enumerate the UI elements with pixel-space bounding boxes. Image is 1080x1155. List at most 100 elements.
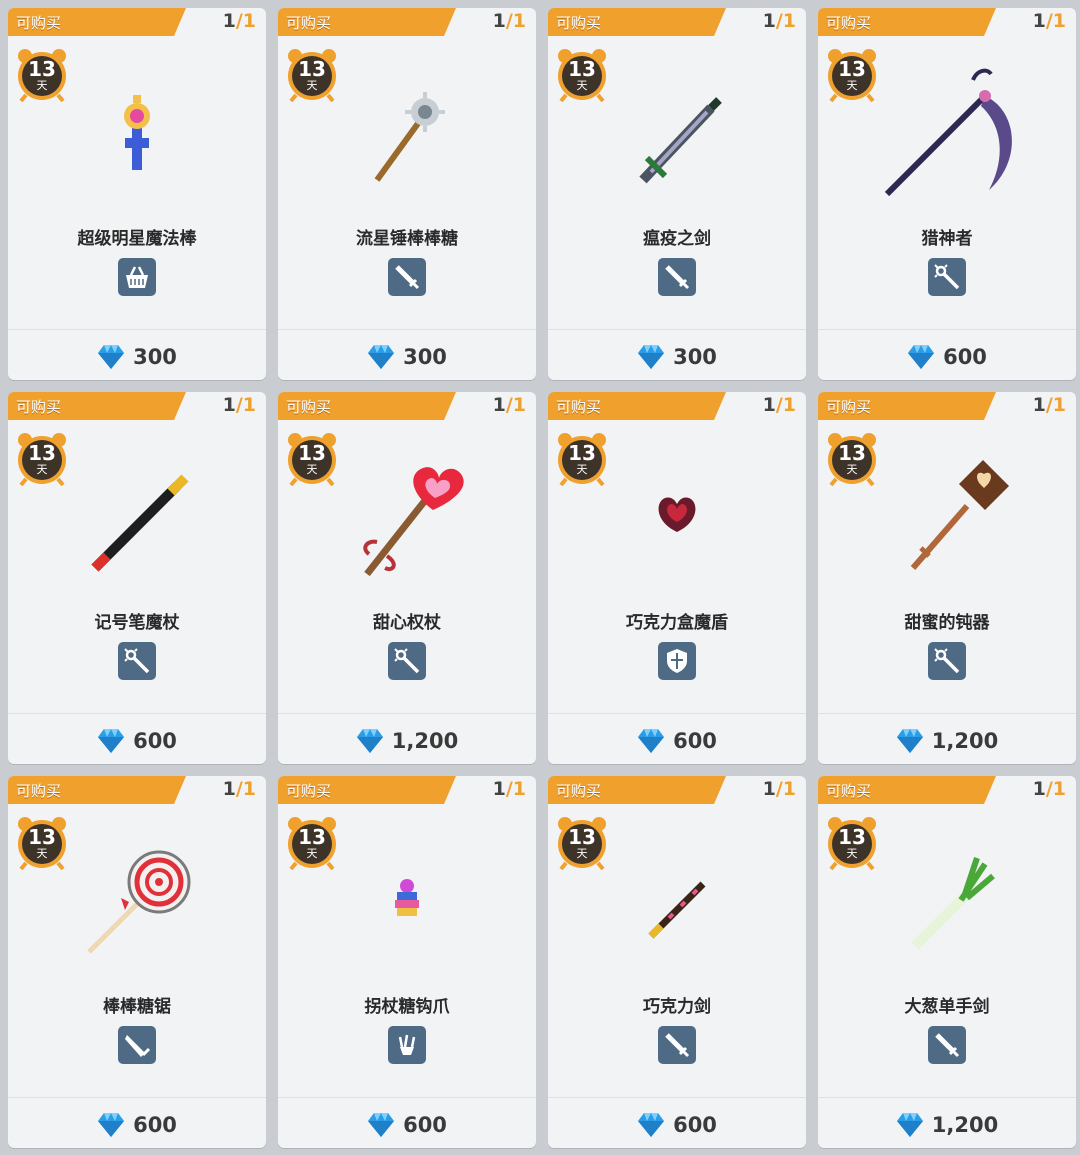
price-row[interactable]: 300 [278,334,536,380]
availability-label: 可购买 [556,782,602,800]
diamond-icon [896,729,923,753]
item-name: 瘟疫之剑 [643,229,711,249]
plague-sword-icon [639,97,722,184]
divider [818,329,1076,330]
alarm-clock-icon: 13 天 [286,48,338,102]
divider [278,1097,536,1098]
availability-label: 可购买 [286,398,332,416]
chocolate-box-shield-icon [658,497,696,532]
item-name: 拐杖糖钩爪 [364,997,450,1017]
purchase-count: 1/1 [762,10,796,32]
claw-icon [388,1026,426,1064]
purchase-count: 1/1 [492,778,526,800]
shield-icon [658,642,696,680]
diamond-icon [638,1113,665,1137]
item-name: 巧克力盒魔盾 [626,613,728,633]
availability-banner: 可购买 [818,392,996,420]
purchase-count: 1/1 [492,394,526,416]
days-unit: 天 [846,847,858,860]
purchase-count: 1/1 [1032,394,1066,416]
shop-item-card[interactable]: 可购买 1/1 13 天 甜心权杖 1,200 [278,392,536,764]
basket-icon [118,258,156,296]
price-row[interactable]: 600 [8,1102,266,1148]
divider [8,1097,266,1098]
price-value: 600 [133,729,177,753]
staff-icon [928,642,966,680]
diamond-icon [908,345,935,369]
days-remaining: 13 [28,57,56,81]
scallion-sword-icon [911,857,995,950]
price-row[interactable]: 600 [818,334,1076,380]
days-unit: 天 [306,463,318,476]
days-unit: 天 [36,79,48,92]
days-unit: 天 [846,463,858,476]
days-remaining: 13 [298,441,326,465]
shop-item-card[interactable]: 可购买 1/1 13 天 甜蜜的钝器 1,200 [818,392,1076,764]
blade-icon [118,1026,156,1064]
availability-banner: 可购买 [8,392,186,420]
days-remaining: 13 [838,441,866,465]
diamond-icon [638,345,665,369]
magic-wand-icon [124,95,150,170]
days-remaining: 13 [838,57,866,81]
purchase-count: 1/1 [1032,778,1066,800]
sword-icon [928,1026,966,1064]
days-unit: 天 [306,79,318,92]
shop-item-card[interactable]: 可购买 1/1 13 天 记号笔魔杖 600 [8,392,266,764]
shop-item-card[interactable]: 可购买 1/1 13 天 拐杖糖钩爪 600 [278,776,536,1148]
shop-item-card[interactable]: 可购买 1/1 13 天 大葱单手剑 1,200 [818,776,1076,1148]
shop-item-card[interactable]: 可购买 1/1 13 天 猎神者 600 [818,8,1076,380]
price-row[interactable]: 600 [278,1102,536,1148]
alarm-clock-icon: 13 天 [286,432,338,486]
alarm-clock-icon: 13 天 [556,432,608,486]
days-remaining: 13 [568,441,596,465]
price-value: 600 [673,729,717,753]
shop-item-card[interactable]: 可购买 1/1 13 天 流星锤棒棒糖 300 [278,8,536,380]
purchase-count: 1/1 [222,10,256,32]
days-remaining: 13 [838,825,866,849]
mace-icon [374,92,445,182]
availability-label: 可购买 [16,782,62,800]
cookie-hammer-icon [910,460,1009,570]
alarm-clock-icon: 13 天 [16,48,68,102]
item-name: 大葱单手剑 [904,997,990,1017]
days-unit: 天 [36,463,48,476]
price-row[interactable]: 1,200 [818,1102,1076,1148]
shop-item-card[interactable]: 可购买 1/1 13 天 棒棒糖锯 600 [8,776,266,1148]
price-row[interactable]: 300 [548,334,806,380]
shop-item-card[interactable]: 可购买 1/1 13 天 巧克力盒魔盾 600 [548,392,806,764]
availability-banner: 可购买 [278,392,456,420]
item-name: 猎神者 [921,229,973,249]
price-value: 1,200 [931,729,999,753]
price-value: 600 [403,1113,447,1137]
availability-label: 可购买 [16,398,62,416]
days-remaining: 13 [298,825,326,849]
marker-wand-icon [91,474,189,572]
price-row[interactable]: 600 [548,718,806,764]
price-row[interactable]: 300 [8,334,266,380]
days-remaining: 13 [28,441,56,465]
price-row[interactable]: 1,200 [278,718,536,764]
shop-item-card[interactable]: 可购买 1/1 13 天 瘟疫之剑 300 [548,8,806,380]
price-row[interactable]: 1,200 [818,718,1076,764]
divider [278,713,536,714]
price-value: 300 [673,345,717,369]
chocolate-sword-icon [648,881,706,939]
days-unit: 天 [36,847,48,860]
heart-scepter-icon [363,467,464,577]
item-name: 超级明星魔法棒 [77,229,197,249]
shop-item-card[interactable]: 可购买 1/1 13 天 巧克力剑 600 [548,776,806,1148]
diamond-icon [98,345,125,369]
item-name: 甜心权杖 [373,613,441,633]
diamond-icon [356,729,383,753]
item-name: 巧克力剑 [643,997,711,1017]
days-unit: 天 [576,847,588,860]
item-name: 记号笔魔杖 [94,613,180,633]
shop-item-card[interactable]: 可购买 1/1 13 天 超级明星魔法棒 300 [8,8,266,380]
days-unit: 天 [306,847,318,860]
item-name: 棒棒糖锯 [103,997,171,1017]
divider [818,713,1076,714]
price-row[interactable]: 600 [548,1102,806,1148]
price-row[interactable]: 600 [8,718,266,764]
purchase-count: 1/1 [492,10,526,32]
